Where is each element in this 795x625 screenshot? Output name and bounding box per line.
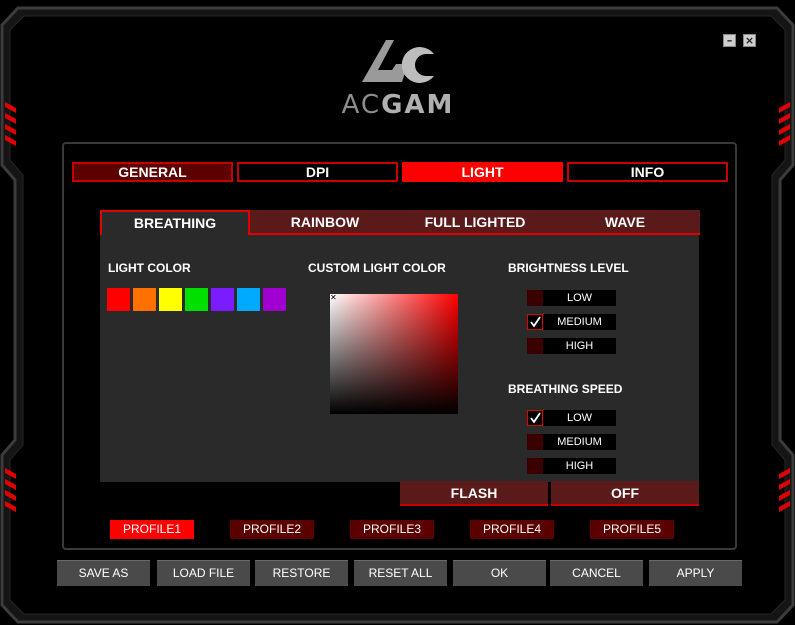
color-swatch[interactable] bbox=[185, 288, 208, 311]
option-label: HIGH bbox=[565, 340, 594, 352]
speed-option-high[interactable]: HIGH bbox=[527, 458, 616, 474]
profile-4-button[interactable]: PROFILE4 bbox=[470, 520, 554, 539]
apply-button[interactable]: APPLY bbox=[649, 560, 742, 586]
tab-general[interactable]: GENERAL bbox=[72, 162, 233, 182]
reset-all-button[interactable]: RESET ALL bbox=[354, 560, 447, 586]
checkbox[interactable] bbox=[527, 338, 543, 354]
light-color-label: LIGHT COLOR bbox=[108, 261, 191, 275]
off-button[interactable]: OFF bbox=[551, 481, 699, 506]
picker-cursor-icon[interactable]: ✕ bbox=[330, 294, 337, 302]
color-swatch[interactable] bbox=[263, 288, 286, 311]
minimize-button[interactable]: – bbox=[723, 34, 736, 47]
speed-option-low[interactable]: LOW bbox=[527, 410, 616, 426]
checkbox[interactable] bbox=[527, 458, 543, 474]
tab-breathing[interactable]: BREATHING bbox=[100, 210, 250, 235]
color-swatch[interactable] bbox=[237, 288, 260, 311]
checkbox[interactable] bbox=[527, 434, 543, 450]
option-label: HIGH bbox=[565, 460, 594, 472]
option-label: LOW bbox=[566, 412, 593, 424]
checkbox[interactable] bbox=[527, 290, 543, 306]
speed-option-medium[interactable]: MEDIUM bbox=[527, 434, 616, 450]
logo-text: ACGAM bbox=[341, 90, 455, 120]
tab-wave[interactable]: WAVE bbox=[550, 210, 700, 235]
tab-rainbow[interactable]: RAINBOW bbox=[250, 210, 400, 235]
color-swatch[interactable] bbox=[107, 288, 130, 311]
profile-5-button[interactable]: PROFILE5 bbox=[590, 520, 674, 539]
tab-info[interactable]: INFO bbox=[567, 162, 728, 182]
close-icon: × bbox=[744, 34, 755, 47]
restore-button[interactable]: RESTORE bbox=[255, 560, 348, 586]
option-label: MEDIUM bbox=[557, 316, 602, 328]
brightness-option-medium[interactable]: MEDIUM bbox=[527, 314, 616, 330]
breathing-speed-label: BREATHING SPEED bbox=[508, 382, 623, 396]
tab-dpi[interactable]: DPI bbox=[237, 162, 398, 182]
checkmark-icon bbox=[530, 316, 541, 328]
flash-button[interactable]: FLASH bbox=[400, 481, 548, 506]
checkbox[interactable] bbox=[527, 314, 543, 330]
checkmark-icon bbox=[530, 412, 541, 424]
profile-3-button[interactable]: PROFILE3 bbox=[350, 520, 434, 539]
brightness-option-low[interactable]: LOW bbox=[527, 290, 616, 306]
close-button[interactable]: × bbox=[743, 34, 756, 47]
load-file-button[interactable]: LOAD FILE bbox=[157, 560, 250, 586]
profile-1-button[interactable]: PROFILE1 bbox=[110, 520, 194, 539]
checkbox[interactable] bbox=[527, 410, 543, 426]
custom-color-picker[interactable] bbox=[330, 294, 458, 414]
acgam-logo-icon bbox=[362, 40, 434, 83]
option-label: LOW bbox=[566, 292, 593, 304]
cancel-button[interactable]: CANCEL bbox=[550, 560, 643, 586]
brightness-option-high[interactable]: HIGH bbox=[527, 338, 616, 354]
tab-light[interactable]: LIGHT bbox=[402, 162, 563, 182]
ok-button[interactable]: OK bbox=[453, 560, 546, 586]
option-label: MEDIUM bbox=[557, 436, 602, 448]
color-swatch[interactable] bbox=[159, 288, 182, 311]
custom-light-color-label: CUSTOM LIGHT COLOR bbox=[308, 261, 446, 275]
brightness-level-label: BRIGHTNESS LEVEL bbox=[508, 261, 629, 275]
color-swatch[interactable] bbox=[211, 288, 234, 311]
profile-2-button[interactable]: PROFILE2 bbox=[230, 520, 314, 539]
minimize-icon: – bbox=[726, 34, 733, 47]
color-swatch[interactable] bbox=[133, 288, 156, 311]
save-as-button[interactable]: SAVE AS bbox=[57, 560, 150, 586]
tab-full-lighted[interactable]: FULL LIGHTED bbox=[400, 210, 550, 235]
